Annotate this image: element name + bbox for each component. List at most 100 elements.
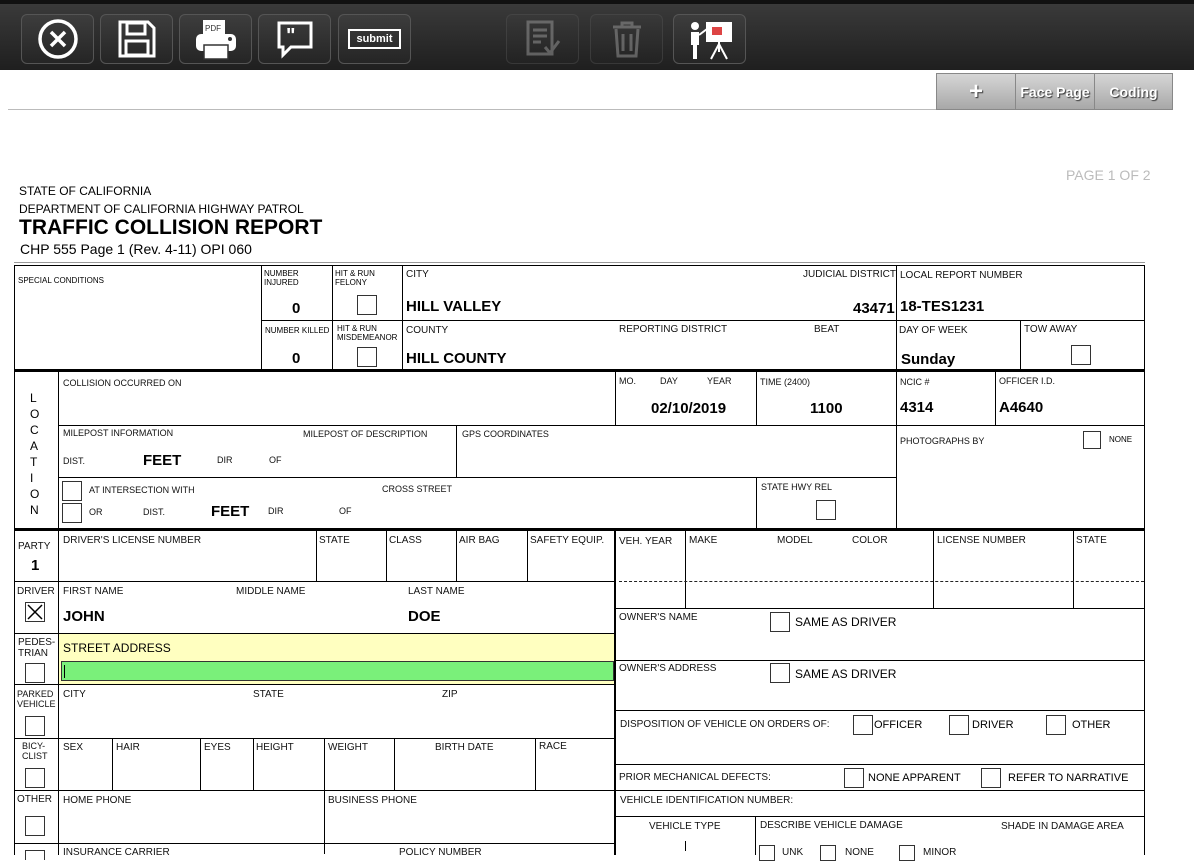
driver-label: DRIVER [17,586,55,597]
header-department: DEPARTMENT OF CALIFORNIA HIGHWAY PATROL [19,202,304,216]
shade-damage-label: SHADE IN DAMAGE AREA [1001,821,1124,832]
none-apparent-checkbox[interactable] [844,768,864,788]
number-injured-value[interactable]: 0 [292,300,300,317]
or-checkbox[interactable] [62,503,82,523]
comment-button[interactable]: " [258,14,331,64]
page-title: TRAFFIC COLLISION REPORT [19,216,323,239]
comment-icon: " [277,21,312,59]
street-address-label: STREET ADDRESS [63,641,171,655]
prior-mechanical-defects-label: PRIOR MECHANICAL DEFECTS: [619,772,771,783]
veh-year-label: VEH. YEAR [619,536,673,547]
collision-time-value[interactable]: 1100 [810,400,843,417]
damage-unk-checkbox[interactable] [759,845,775,861]
make-label: MAKE [689,535,718,546]
save-button[interactable] [100,14,173,64]
cross-street-label: CROSS STREET [382,484,453,494]
damage-minor-checkbox[interactable] [899,845,915,861]
local-report-number-value[interactable]: 18-TES1231 [900,298,984,315]
tow-away-checkbox[interactable] [1071,345,1091,365]
hit-run-felony-checkbox[interactable] [357,295,377,315]
day-of-week-value[interactable]: Sunday [901,351,955,368]
close-button[interactable] [21,14,94,64]
parked-vehicle-checkbox[interactable] [25,716,45,736]
disposition-driver-checkbox[interactable] [949,715,969,735]
local-report-number-label: LOCAL REPORT NUMBER [900,270,1023,281]
describe-damage-label: DESCRIBE VEHICLE DAMAGE [760,820,903,831]
svg-text:": " [286,25,295,47]
at-intersection-checkbox[interactable] [62,481,82,501]
text-cursor [64,665,65,678]
milepost-description-label: MILEPOST OF DESCRIPTION [303,429,428,439]
year-label: YEAR [707,376,732,386]
presentation-button[interactable] [673,14,746,64]
address-city-label: CITY [63,689,86,700]
trash-icon [612,21,641,58]
judicial-district-value[interactable]: 43471 [853,300,895,317]
refer-narrative-label: REFER TO NARRATIVE [1008,772,1129,784]
disposition-officer-checkbox[interactable] [853,715,873,735]
pedestrian-checkbox[interactable] [25,663,45,683]
eyes-label: EYES [204,742,231,753]
disposition-other-checkbox[interactable] [1046,715,1066,735]
address-state-label: STATE [253,689,284,700]
milepost-feet-label: FEET [143,452,182,469]
day-of-week-label: DAY OF WEEK [899,325,968,336]
presentation-icon [690,22,732,60]
reporting-district-label: REPORTING DISTRICT [619,324,728,335]
policy-number-label: POLICY NUMBER [399,847,482,858]
photographs-none-checkbox[interactable] [1083,431,1101,449]
tab-bar: + Face Page Coding [8,72,1173,110]
disposition-officer-label: OFFICER [874,719,923,731]
svg-text:PDF: PDF [205,24,221,33]
hair-label: HAIR [116,742,140,753]
owners-address-label: OWNER'S ADDRESS [619,663,717,674]
disposition-label: DISPOSITION OF VEHICLE ON ORDERS OF: [620,719,830,730]
last-name-value[interactable]: DOE [408,608,441,625]
city-label: CITY [406,269,429,280]
print-pdf-icon: PDF [195,20,236,60]
officer-id-value[interactable]: A4640 [999,399,1043,416]
drivers-license-label: DRIVER'S LICENSE NUMBER [63,535,202,546]
county-label: COUNTY [406,325,449,336]
milepost-information-label: MILEPOST INFORMATION [63,428,174,438]
submit-button[interactable]: submit [338,14,411,64]
hit-run-misdemeanor-checkbox[interactable] [357,347,377,367]
owner-same-as-driver-label: SAME AS DRIVER [795,615,897,629]
ncic-label: NCIC # [900,377,930,387]
disposition-other-label: OTHER [1072,719,1111,731]
delete-button[interactable] [590,14,663,64]
bicyclist-checkbox[interactable] [25,768,45,788]
review-button[interactable] [506,14,579,64]
vehicle-type-label: VEHICLE TYPE [649,821,721,832]
refer-narrative-checkbox[interactable] [981,768,1001,788]
street-address-input[interactable] [61,661,614,681]
ncic-value[interactable]: 4314 [900,399,933,416]
damage-none-checkbox[interactable] [820,845,836,861]
driver-checkbox[interactable] [25,602,45,622]
state-hwy-rel-checkbox[interactable] [816,500,836,520]
print-pdf-button[interactable]: PDF [179,14,252,64]
collision-date-value[interactable]: 02/10/2019 [651,400,726,417]
mo-label: MO. [619,376,636,386]
hit-run-misdemeanor-label: HIT & RUN MISDEMEANOR [337,324,398,342]
first-name-value[interactable]: JOHN [63,608,105,625]
county-value[interactable]: HILL COUNTY [406,350,507,367]
hit-run-felony-label: HIT & RUN FELONY [335,269,375,287]
owner-same-as-driver-checkbox[interactable] [770,612,790,632]
damage-none-label: NONE [845,847,874,858]
or-label: OR [89,507,103,517]
disposition-driver-label: DRIVER [972,719,1014,731]
party-2-checkbox[interactable] [25,850,45,860]
tab-face-page[interactable]: Face Page [1015,73,1095,110]
number-killed-value[interactable]: 0 [292,350,300,367]
add-page-tab[interactable]: + [936,73,1016,110]
dir-label: DIR [217,455,233,465]
location-section-label: L O C A T I O N [30,391,40,517]
owner-address-same-as-driver-checkbox[interactable] [770,663,790,683]
other-party-checkbox[interactable] [25,816,45,836]
city-value[interactable]: HILL VALLEY [406,298,501,315]
party-number-value[interactable]: 1 [31,557,39,574]
race-label: RACE [539,741,567,752]
vin-label: VEHICLE IDENTIFICATION NUMBER: [620,795,794,806]
tab-coding[interactable]: Coding [1094,73,1173,110]
